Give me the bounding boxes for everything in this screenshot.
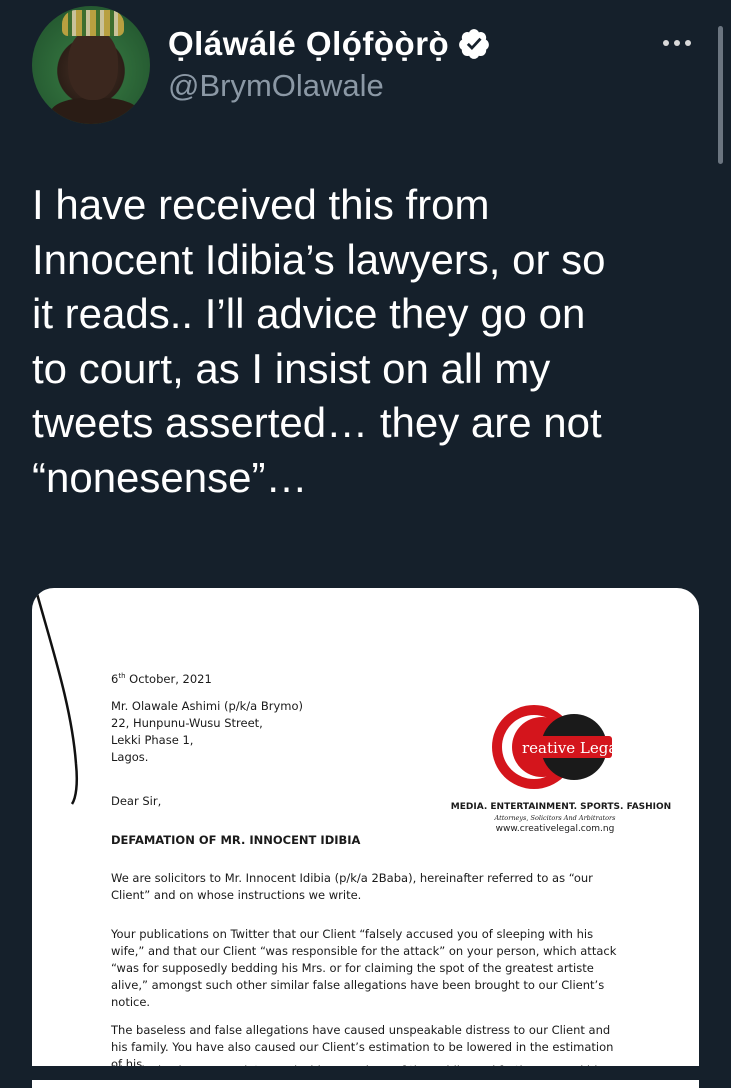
- logo-website: www.creativelegal.com.ng: [495, 824, 615, 834]
- handle[interactable]: @BrymOlawale: [168, 68, 384, 104]
- verified-badge-icon: [459, 29, 490, 59]
- creative-legal-logo: reative Legal: [492, 705, 616, 789]
- attached-image[interactable]: 6th October, 2021 Mr. Olawale Ashimi (p/…: [32, 588, 699, 1088]
- letter-subject: DEFAMATION OF MR. INNOCENT IDIBIA: [111, 833, 361, 847]
- logo-tagline: MEDIA. ENTERTAINMENT. SPORTS. FASHION: [450, 802, 672, 812]
- bottom-edge: [0, 1066, 731, 1080]
- more-options-icon[interactable]: [663, 40, 703, 46]
- letter-date: 6th October, 2021: [111, 671, 212, 686]
- pen-mark: [34, 589, 79, 805]
- tweet-header: Ọláwálé Ọlọ́fọ̀ọ̀rọ̀ @BrymOlawale: [0, 0, 731, 164]
- scrollbar[interactable]: [718, 26, 723, 164]
- letter-paragraph: Your publications on Twitter that our Cl…: [111, 927, 617, 1009]
- logo-subtitle: Attorneys, Solicitors And Arbitrators: [494, 814, 616, 822]
- svg-text:reative Legal: reative Legal: [522, 739, 616, 757]
- letter-address: Mr. Olawale Ashimi (p/k/a Brymo) 22, Hun…: [111, 699, 304, 764]
- display-name[interactable]: Ọláwálé Ọlọ́fọ̀ọ̀rọ̀: [168, 25, 449, 63]
- name-row[interactable]: Ọláwálé Ọlọ́fọ̀ọ̀rọ̀: [168, 22, 491, 66]
- letter-paragraph: We are solicitors to Mr. Innocent Idibia…: [111, 871, 593, 902]
- avatar[interactable]: [32, 6, 150, 124]
- letter-greeting: Dear Sir,: [111, 794, 162, 808]
- tweet-text: I have received this from Innocent Idibi…: [32, 181, 606, 501]
